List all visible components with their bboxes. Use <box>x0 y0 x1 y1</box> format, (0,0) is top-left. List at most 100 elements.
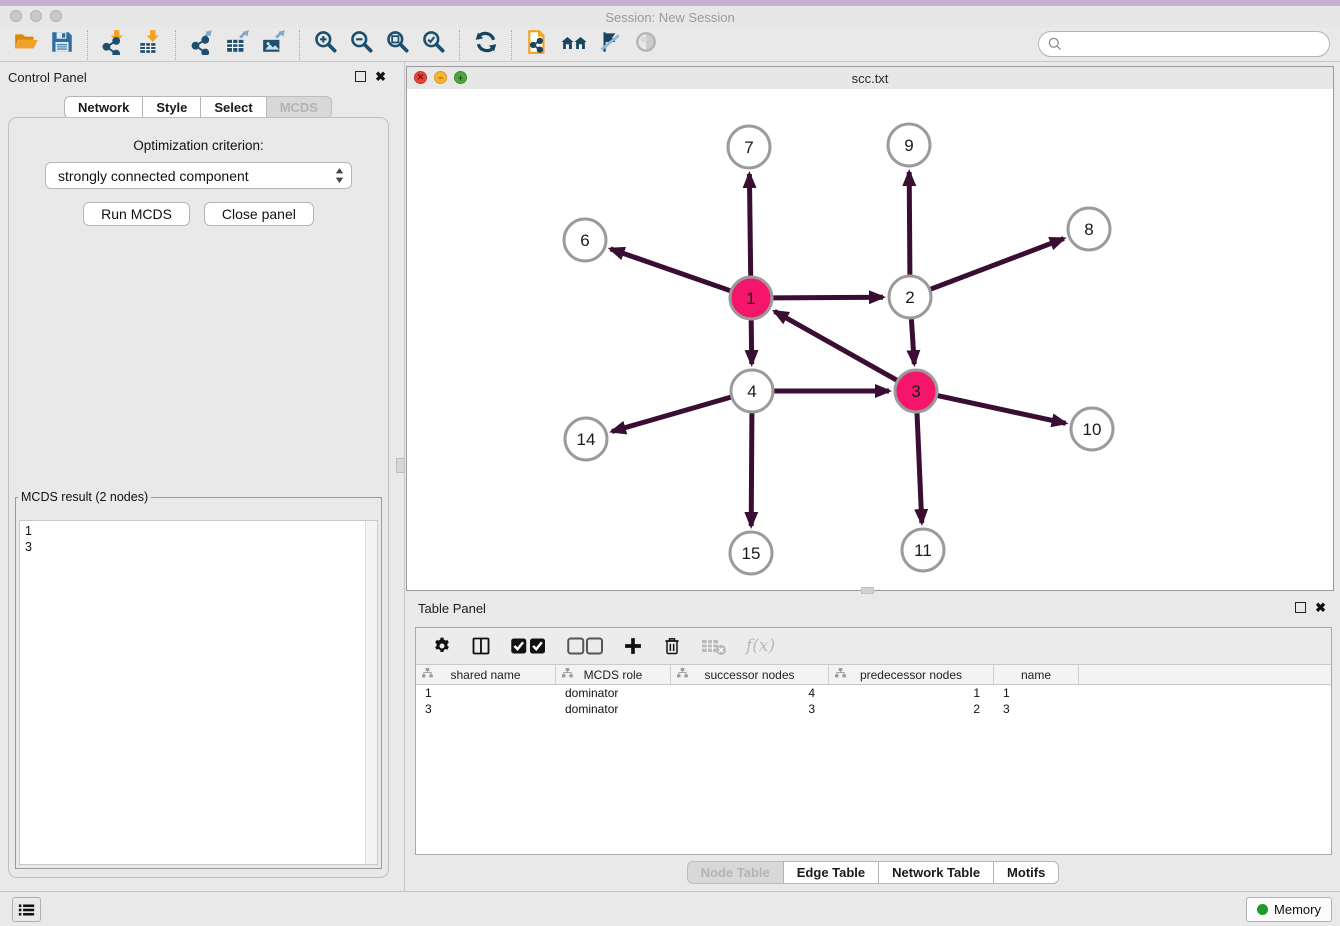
network-canvas[interactable]: 1234678910111415 <box>407 89 1333 590</box>
control-panel: Control Panel ✖ NetworkStyleSelectMCDS O… <box>0 62 396 892</box>
close-window-button[interactable] <box>10 10 22 22</box>
column-header-MCDS-role[interactable]: MCDS role <box>556 665 671 684</box>
node-table-container: f(x) shared nameMCDS rolesuccessor nodes… <box>415 627 1332 855</box>
zoom-in-button[interactable] <box>308 30 344 60</box>
table-cell: dominator <box>556 701 671 717</box>
network-graph[interactable]: 1234678910111415 <box>407 89 1333 591</box>
edge-3-11[interactable] <box>917 413 922 523</box>
scrollbar-track[interactable] <box>365 521 377 864</box>
import-network-button[interactable] <box>96 30 132 60</box>
export-network-icon <box>189 29 215 60</box>
clone-network-button[interactable] <box>520 30 556 60</box>
edge-4-14[interactable] <box>612 397 731 431</box>
mcds-result-list[interactable]: 13 <box>19 520 378 865</box>
column-header-predecessor-nodes[interactable]: predecessor nodes <box>829 665 994 684</box>
refresh-view-button[interactable] <box>468 30 504 60</box>
memory-label: Memory <box>1274 902 1321 917</box>
toolbar-separator <box>299 30 301 60</box>
table-cell: 2 <box>829 701 994 717</box>
toolbar-separator <box>511 30 513 60</box>
open-session-button[interactable] <box>8 30 44 60</box>
export-network-button[interactable] <box>184 30 220 60</box>
panel-splitter[interactable] <box>404 62 405 892</box>
add-row-button[interactable] <box>623 636 643 656</box>
memory-button[interactable]: Memory <box>1246 897 1332 922</box>
edge-1-4[interactable] <box>751 320 752 364</box>
zoom-out-button[interactable] <box>344 30 380 60</box>
minimize-network-button[interactable]: − <box>434 71 447 84</box>
optimization-criterion-select[interactable]: strongly connected component <box>45 162 352 189</box>
export-image-button[interactable] <box>256 30 292 60</box>
node-label-11: 11 <box>914 541 932 560</box>
run-mcds-button[interactable]: Run MCDS <box>83 202 190 226</box>
import-table-button[interactable] <box>132 30 168 60</box>
node-label-4: 4 <box>747 382 756 401</box>
window-traffic-lights[interactable] <box>10 10 62 22</box>
close-table-panel-icon[interactable]: ✖ <box>1315 601 1326 614</box>
maximize-network-button[interactable]: + <box>454 71 467 84</box>
network-overview-button[interactable] <box>556 30 592 60</box>
edge-3-1[interactable] <box>775 311 897 380</box>
columns-button[interactable] <box>471 636 491 656</box>
zoom-window-button[interactable] <box>50 10 62 22</box>
column-header-successor-nodes[interactable]: successor nodes <box>671 665 829 684</box>
table-row[interactable]: 3dominator323 <box>416 701 1331 717</box>
select-all-button[interactable] <box>510 636 548 656</box>
zoom-selected-button[interactable] <box>416 30 452 60</box>
save-session-button[interactable] <box>44 30 80 60</box>
tab-edge-table[interactable]: Edge Table <box>783 861 879 884</box>
column-header-name[interactable]: name <box>994 665 1079 684</box>
network-window-titlebar[interactable]: ✕ − + scc.txt <box>407 67 1333 90</box>
search-input[interactable] <box>1067 36 1329 53</box>
float-panel-icon[interactable] <box>355 71 366 82</box>
delete-row-icon <box>662 636 682 656</box>
deselect-all-icon <box>567 636 605 656</box>
zoom-fit-icon <box>385 29 411 60</box>
delete-row-button[interactable] <box>662 636 682 656</box>
edge-2-8[interactable] <box>931 239 1064 290</box>
deselect-all-button[interactable] <box>567 636 605 656</box>
optimization-criterion-value: strongly connected component <box>58 168 334 184</box>
hide-details-button[interactable] <box>592 30 628 60</box>
edge-3-10[interactable] <box>938 396 1066 424</box>
edge-4-15[interactable] <box>751 413 752 526</box>
edge-1-7[interactable] <box>749 174 750 276</box>
tab-network-table[interactable]: Network Table <box>878 861 994 884</box>
node-label-2: 2 <box>905 288 914 307</box>
mcds-result-node: 1 <box>25 523 372 539</box>
zoom-in-icon <box>313 29 339 60</box>
panel-splitter-handle[interactable] <box>396 458 405 473</box>
search-box[interactable] <box>1038 31 1330 57</box>
columns-icon <box>471 636 491 656</box>
close-network-button[interactable]: ✕ <box>414 71 427 84</box>
edge-1-2[interactable] <box>773 297 883 298</box>
tab-network[interactable]: Network <box>64 96 143 119</box>
table-cell: 1 <box>994 685 1079 701</box>
tab-motifs[interactable]: Motifs <box>993 861 1059 884</box>
edge-2-9[interactable] <box>909 172 910 275</box>
export-table-button[interactable] <box>220 30 256 60</box>
settings-button[interactable] <box>432 636 452 656</box>
minimize-window-button[interactable] <box>30 10 42 22</box>
zoom-fit-button[interactable] <box>380 30 416 60</box>
close-panel-icon[interactable]: ✖ <box>375 70 386 83</box>
control-panel-tabs: NetworkStyleSelectMCDS <box>0 96 396 119</box>
node-label-6: 6 <box>580 231 589 250</box>
tab-style[interactable]: Style <box>142 96 201 119</box>
tab-mcds[interactable]: MCDS <box>266 96 332 119</box>
table-row[interactable]: 1dominator411 <box>416 685 1331 701</box>
close-panel-button[interactable]: Close panel <box>204 202 314 226</box>
float-table-panel-icon[interactable] <box>1295 602 1306 613</box>
task-history-button[interactable] <box>12 897 41 922</box>
tab-node-table[interactable]: Node Table <box>687 861 784 884</box>
edge-1-6[interactable] <box>611 249 731 291</box>
memory-status-icon <box>1257 904 1268 915</box>
show-details-button[interactable] <box>628 30 664 60</box>
tab-select[interactable]: Select <box>200 96 266 119</box>
column-header-shared-name[interactable]: shared name <box>416 665 556 684</box>
table-cell: dominator <box>556 685 671 701</box>
network-splitter-handle[interactable] <box>861 587 874 594</box>
app-titlebar: Session: New Session <box>0 6 1340 28</box>
edge-2-3[interactable] <box>911 319 914 364</box>
toolbar-separator <box>87 30 89 60</box>
